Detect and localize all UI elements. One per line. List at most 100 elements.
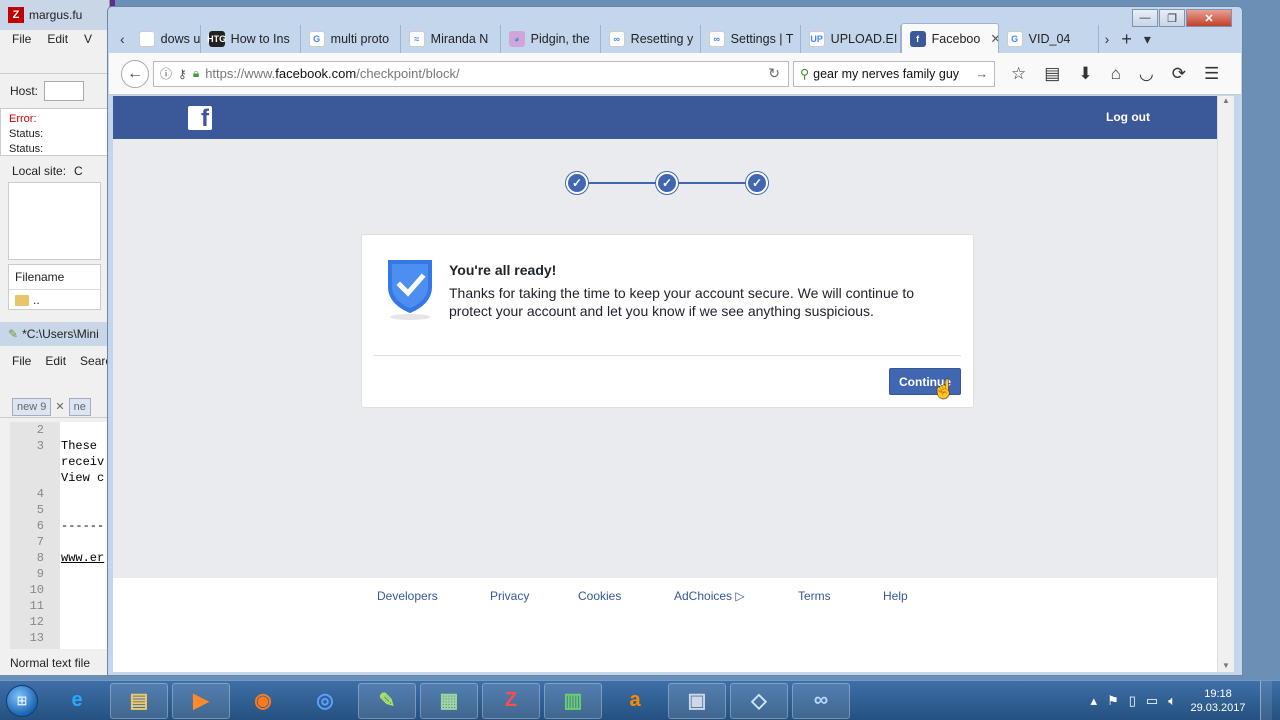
filezilla-menu-file[interactable]: File <box>12 32 31 46</box>
thunderbird-icon: ◎ <box>316 690 334 712</box>
search-engine-icon[interactable]: ⚲ <box>800 66 809 81</box>
filezilla-titlebar[interactable]: Z margus.fu <box>0 0 109 30</box>
browser-tab[interactable]: ≈ Miranda N <box>401 25 501 53</box>
browser-tab[interactable]: HTG How to Ins <box>201 25 301 53</box>
taskbar-button[interactable]: ▦ <box>420 682 478 719</box>
menu-hamburger-icon[interactable]: ☰ <box>1204 64 1219 84</box>
tab-label: How to Ins <box>230 32 290 46</box>
lock-icon[interactable]: 🔒︎ <box>193 66 199 81</box>
browser-tab[interactable]: G VID_04 <box>999 25 1099 53</box>
browser-tab[interactable]: dows u <box>131 25 201 53</box>
editor-line: 4 <box>10 486 109 502</box>
list-item[interactable]: .. <box>9 290 100 310</box>
line-number: 3 <box>36 439 44 453</box>
facebook-logo-icon[interactable]: f <box>188 106 212 130</box>
taskbar-button[interactable]: ◉ <box>234 683 292 719</box>
filezilla-menu-edit[interactable]: Edit <box>47 32 68 46</box>
tab-label: Miranda N <box>430 32 489 46</box>
notepad-titlebar[interactable]: ✎ *C:\Users\Mini <box>0 322 109 346</box>
firefox-window[interactable]: — ❐ ✕ ‹ dows u HTG How to Ins Gmulti proto ≈… <box>107 6 1243 676</box>
reload-icon[interactable]: ↻ <box>768 65 780 82</box>
taskbar-button[interactable]: ▥ <box>544 682 602 719</box>
footer-link-developers[interactable]: Developers <box>377 589 490 603</box>
footer-link-cookies[interactable]: Cookies <box>578 589 674 603</box>
taskbar-button[interactable]: ▣ <box>668 682 726 719</box>
notepad-menu-edit[interactable]: Edit <box>45 354 66 368</box>
tab-scroll-right-icon[interactable]: › <box>1099 25 1116 53</box>
taskbar-button[interactable]: e <box>48 683 106 719</box>
footer-link-help[interactable]: Help <box>883 589 908 603</box>
filezilla-menubar: File Edit V <box>0 30 109 48</box>
new-tab-button[interactable]: + <box>1115 25 1138 53</box>
folder-icon <box>15 294 29 306</box>
downloads-icon[interactable]: ⬇ <box>1078 64 1092 84</box>
sync-icon[interactable]: ⟳ <box>1172 64 1186 84</box>
page-scrollbar[interactable]: ▲ ▼ <box>1217 96 1234 672</box>
footer-link-privacy[interactable]: Privacy <box>490 589 578 603</box>
search-bar[interactable]: ⚲ gear my nerves family guy → <box>793 60 995 87</box>
reading-list-icon[interactable]: ▤ <box>1044 64 1060 84</box>
line-number <box>10 454 44 470</box>
search-go-icon[interactable]: → <box>976 67 989 81</box>
footer-link-terms[interactable]: Terms <box>798 589 883 603</box>
browser-tab[interactable]: Gmulti proto <box>301 25 401 53</box>
notepad-window[interactable]: ✎ *C:\Users\Mini File Edit Searc new 9 ✕… <box>0 322 111 675</box>
show-desktop-button[interactable] <box>1260 681 1272 720</box>
notepad-tab[interactable]: ne <box>68 397 91 416</box>
browser-tab[interactable]: ∞ Settings | T <box>701 25 801 53</box>
card-message: Thanks for taking the time to keep your … <box>449 285 915 319</box>
taskbar-button[interactable]: a <box>606 683 664 719</box>
tray-expand-icon[interactable]: ▴ <box>1091 693 1098 709</box>
browser-tab[interactable]: UP UPLOAD.EI <box>801 25 901 53</box>
google-icon: G <box>308 31 325 47</box>
bookmark-star-icon[interactable]: ☆ <box>1011 64 1026 84</box>
filezilla-menu-view[interactable]: V <box>84 32 92 46</box>
scroll-up-icon[interactable]: ▲ <box>1218 96 1234 105</box>
search-input[interactable]: gear my nerves family guy <box>813 67 959 81</box>
tab-list-menu-icon[interactable]: ▾ <box>1138 25 1157 53</box>
local-file-list[interactable]: Filename .. <box>8 264 101 310</box>
editor-line: 6 ------ <box>10 518 109 534</box>
taskbar-button[interactable]: ✎ <box>358 682 416 719</box>
browser-tab[interactable]: f Faceboo ✕ <box>900 23 999 53</box>
action-center-icon[interactable]: ⚑ <box>1107 693 1119 709</box>
network-icon[interactable]: ▭ <box>1146 693 1158 709</box>
filezilla-window[interactable]: Z margus.fu File Edit V Host: Error: Sta… <box>0 0 110 325</box>
close-button[interactable]: ✕ <box>1186 9 1232 27</box>
info-icon[interactable]: ⓘ <box>160 65 172 82</box>
line-number: 5 <box>36 503 44 517</box>
notepad-menu-file[interactable]: File <box>12 354 31 368</box>
toolbar-icons: ☆ ▤ ⬇ ⌂ ◡ ⟳ ☰ <box>1011 64 1219 84</box>
notepad-plus-icon: ✎ <box>378 690 396 712</box>
taskbar-button[interactable]: ◇ <box>730 682 788 719</box>
taskbar-button[interactable]: Z <box>482 682 540 719</box>
back-button[interactable]: ← <box>121 59 149 88</box>
notepad-tab[interactable]: new 9 <box>12 397 52 416</box>
line-number: 4 <box>36 487 44 501</box>
notepad-editor[interactable]: 2 3 These receiv View c 4 5 6 ------ 7 8 www.er 9 10 1… <box>10 422 109 649</box>
tab-close-icon[interactable]: ✕ <box>990 31 997 46</box>
clock[interactable]: 19:18 29.03.2017 <box>1186 687 1250 715</box>
host-input[interactable] <box>44 81 85 101</box>
local-site-input[interactable]: C <box>74 164 83 178</box>
start-button[interactable]: ⊞ <box>0 681 44 720</box>
tray-app-icon[interactable]: ▯ <box>1129 693 1136 709</box>
browser-tab[interactable]: ◕ Pidgin, the <box>501 25 601 53</box>
line-number: 8 <box>36 551 44 565</box>
taskbar-button[interactable]: ▤ <box>110 682 168 719</box>
pocket-icon[interactable]: ◡ <box>1139 64 1154 84</box>
footer-link-adchoices[interactable]: AdChoices ▷ <box>674 589 798 603</box>
home-icon[interactable]: ⌂ <box>1111 64 1121 84</box>
browser-tab[interactable]: ∞ Resetting y <box>601 25 701 53</box>
taskbar-button[interactable]: ∞ <box>792 682 850 719</box>
url-bar[interactable]: ⓘ ⚷ 🔒︎ https://www.facebook.com/checkpoi… <box>153 60 789 87</box>
scroll-down-icon[interactable]: ▼ <box>1218 661 1234 670</box>
filename-column-header[interactable]: Filename <box>9 265 100 290</box>
taskbar-button[interactable]: ▶ <box>172 682 230 719</box>
tab-scroll-left-icon[interactable]: ‹ <box>114 25 131 53</box>
local-directory-tree[interactable] <box>8 182 101 260</box>
taskbar-button[interactable]: ◎ <box>296 683 354 719</box>
volume-icon[interactable]: 🔈︎ <box>1168 693 1176 709</box>
notepad-tab-close-icon[interactable]: ✕ <box>55 400 64 413</box>
logout-link[interactable]: Log out <box>1106 110 1150 124</box>
